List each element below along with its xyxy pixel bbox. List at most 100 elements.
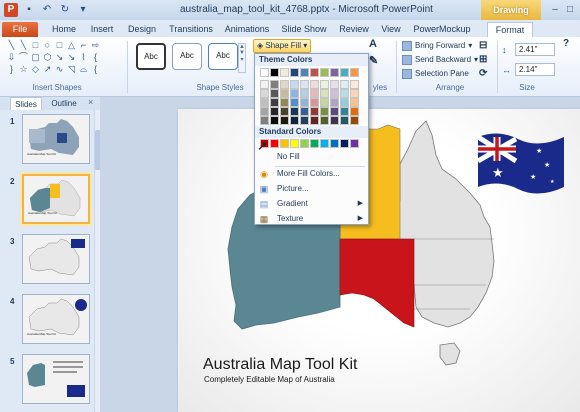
theme-color-swatch[interactable]	[270, 68, 279, 77]
theme-color-swatch[interactable]	[330, 68, 339, 77]
texture-menu-item[interactable]: ▦ Texture ▶	[255, 212, 368, 226]
shape-style-3[interactable]: Abc	[208, 43, 238, 70]
tab-transitions[interactable]: Transitions	[166, 22, 216, 37]
theme-color-swatch[interactable]	[260, 98, 269, 107]
theme-color-swatch[interactable]	[260, 107, 269, 116]
text-outline-icon[interactable]: ✎	[369, 54, 378, 67]
picture-menu-item[interactable]: ▣ Picture...	[255, 182, 368, 196]
theme-color-swatch[interactable]	[290, 107, 299, 116]
tab-review[interactable]: Review	[336, 22, 372, 37]
theme-color-swatch[interactable]	[290, 116, 299, 125]
brace-shape-icon[interactable]: }	[6, 64, 17, 75]
theme-color-swatch[interactable]	[280, 80, 289, 89]
theme-color-swatch[interactable]	[350, 68, 359, 77]
line-shape-icon[interactable]: ╲	[6, 40, 17, 51]
theme-color-swatch[interactable]	[270, 116, 279, 125]
theme-color-swatch[interactable]	[350, 107, 359, 116]
theme-color-swatch[interactable]	[280, 116, 289, 125]
slide-title[interactable]: Australia Map Tool Kit	[203, 356, 357, 374]
square-shape-icon[interactable]: □	[30, 40, 41, 51]
help-icon[interactable]: ?	[563, 38, 569, 49]
powerpoint-app-icon[interactable]: P	[4, 3, 18, 17]
theme-color-swatch[interactable]	[300, 107, 309, 116]
tab-format[interactable]: Format	[487, 22, 533, 37]
arrow-shape-icon[interactable]: ↗	[42, 64, 53, 75]
theme-color-swatch[interactable]	[300, 116, 309, 125]
selection-pane-button[interactable]: Selection Pane	[402, 68, 469, 80]
more-fill-colors-menu-item[interactable]: ◉ More Fill Colors...	[255, 167, 368, 181]
theme-color-swatch[interactable]	[320, 107, 329, 116]
send-backward-button[interactable]: Send Backward ▾	[402, 54, 478, 66]
tab-outline[interactable]: Outline	[46, 97, 82, 110]
standard-color-swatch[interactable]	[310, 139, 319, 148]
close-icon[interactable]: ×	[88, 97, 93, 107]
theme-color-swatch[interactable]	[320, 80, 329, 89]
arrow-shape-icon[interactable]: ⇨	[90, 40, 101, 51]
theme-color-swatch[interactable]	[330, 80, 339, 89]
theme-color-swatch[interactable]	[290, 80, 299, 89]
shape-style-1[interactable]: Abc	[136, 43, 166, 70]
theme-color-swatch[interactable]	[280, 89, 289, 98]
standard-color-swatch[interactable]	[300, 139, 309, 148]
theme-color-swatch[interactable]	[310, 80, 319, 89]
line-shape-icon[interactable]: ╲	[18, 40, 29, 51]
theme-color-swatch[interactable]	[350, 98, 359, 107]
arrow-shape-icon[interactable]: ⇩	[6, 52, 17, 63]
theme-color-swatch[interactable]	[280, 98, 289, 107]
square-shape-icon[interactable]: □	[54, 40, 65, 51]
theme-color-swatch[interactable]	[310, 98, 319, 107]
theme-color-swatch[interactable]	[340, 68, 349, 77]
tab-home[interactable]: Home	[48, 22, 80, 37]
standard-color-swatch[interactable]	[280, 139, 289, 148]
theme-color-swatch[interactable]	[310, 68, 319, 77]
theme-color-swatch[interactable]	[310, 116, 319, 125]
theme-color-swatch[interactable]	[290, 98, 299, 107]
theme-color-swatch[interactable]	[290, 68, 299, 77]
tab-animations[interactable]: Animations	[222, 22, 272, 37]
theme-color-swatch[interactable]	[330, 116, 339, 125]
customize-qat-icon[interactable]: ▾	[76, 3, 90, 17]
theme-color-swatch[interactable]	[340, 116, 349, 125]
triangle-shape-icon[interactable]: △	[66, 40, 77, 51]
theme-color-swatch[interactable]	[340, 89, 349, 98]
no-fill-menu-item[interactable]: No Fill	[255, 150, 368, 164]
theme-color-swatch[interactable]	[290, 89, 299, 98]
slide-thumbnail-2[interactable]: Australia Map Tool Kit	[22, 174, 90, 224]
theme-color-swatch[interactable]	[320, 98, 329, 107]
theme-color-swatch[interactable]	[270, 89, 279, 98]
brace-shape-icon[interactable]: {	[90, 52, 101, 63]
shape-icon[interactable]: ◇	[30, 64, 41, 75]
theme-color-swatch[interactable]	[320, 116, 329, 125]
theme-color-swatch[interactable]	[300, 98, 309, 107]
star-shape-icon[interactable]: ☆	[18, 64, 29, 75]
theme-color-swatch[interactable]	[270, 80, 279, 89]
gallery-scroll-icon[interactable]: ▲ ▼ ▾	[238, 43, 246, 73]
shape-height-input[interactable]: 2.41"	[515, 43, 555, 56]
curve-shape-icon[interactable]: ⌓	[78, 64, 89, 75]
theme-color-swatch[interactable]	[270, 107, 279, 116]
shape-style-2[interactable]: Abc	[172, 43, 202, 70]
tab-slide-show[interactable]: Slide Show	[279, 22, 329, 37]
hexagon-shape-icon[interactable]: ⬡	[42, 52, 53, 63]
shape-fill-button[interactable]: ◈ Shape Fill ▾	[253, 39, 311, 53]
theme-color-swatch[interactable]	[310, 89, 319, 98]
group-icon[interactable]: ⊞	[479, 54, 487, 65]
shape-width-input[interactable]: 2.14"	[515, 63, 555, 76]
current-slide[interactable]: ★ ★ ★ ★ ★ Australia Map Tool Kit Complet…	[178, 109, 580, 412]
slide-thumbnail-3[interactable]	[22, 234, 90, 284]
theme-color-swatch[interactable]	[260, 80, 269, 89]
theme-color-swatch[interactable]	[350, 116, 359, 125]
tab-powermockup[interactable]: PowerMockup	[412, 22, 472, 37]
theme-color-swatch[interactable]	[260, 68, 269, 77]
undo-icon[interactable]: ↶	[40, 3, 54, 17]
theme-color-swatch[interactable]	[350, 89, 359, 98]
insert-shapes-gallery[interactable]: ╲ ╲ □ ○ □ △ ⌐ ⇨ ⇩ ⌒ ▢ ⬡ ↘ ↘ ⌇ { } ☆ ◇ ↗ …	[6, 40, 106, 75]
arrow-shape-icon[interactable]: ↘	[54, 52, 65, 63]
brace-shape-icon[interactable]: {	[90, 64, 101, 75]
tab-design[interactable]: Design	[125, 22, 159, 37]
connector-shape-icon[interactable]: ⌒	[18, 52, 29, 63]
theme-color-swatch[interactable]	[260, 89, 269, 98]
tab-insert[interactable]: Insert	[86, 22, 118, 37]
theme-color-swatch[interactable]	[320, 68, 329, 77]
slide-thumbnail-4[interactable]: Australia Map Tool Kit	[22, 294, 90, 344]
